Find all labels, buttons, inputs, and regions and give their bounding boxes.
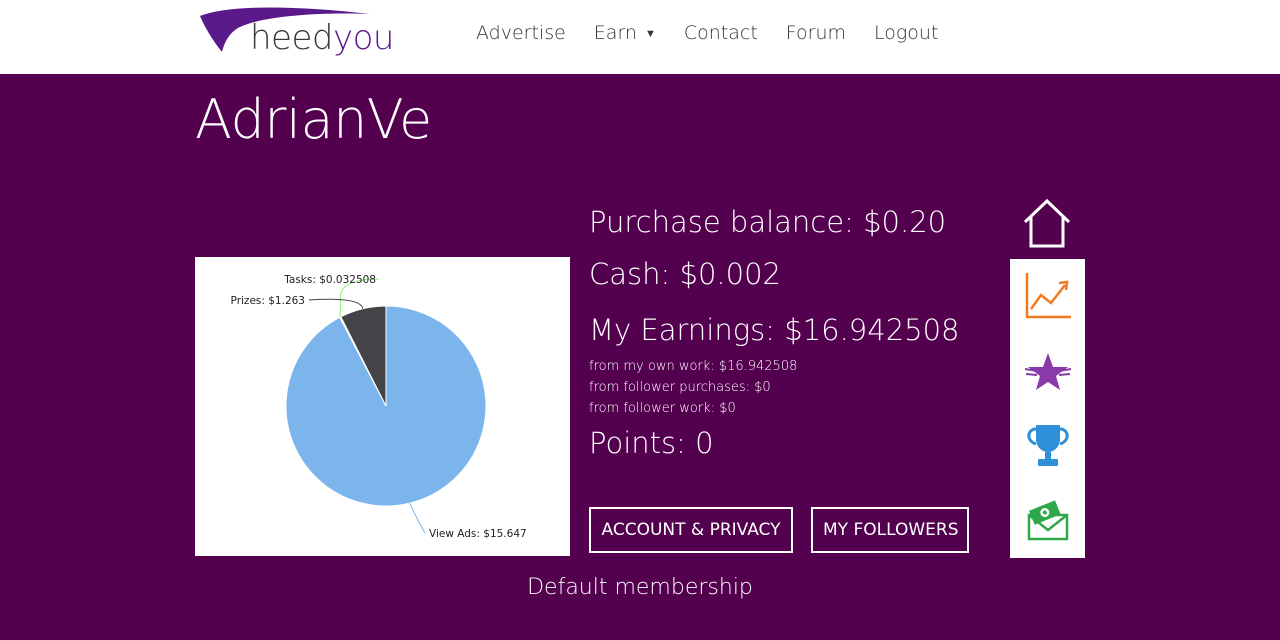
trophy-icon[interactable] xyxy=(1023,421,1073,471)
pie-chart-svg: View Ads: $15.647 Tasks: $0.032508 Prizes:… xyxy=(231,274,527,540)
my-earnings: My Earnings: $16.942508 xyxy=(589,313,960,347)
earnings-pie-chart: View Ads: $15.647 Tasks: $0.032508 Prizes:… xyxy=(195,257,570,556)
pie-connector-0 xyxy=(409,502,426,534)
home-icon[interactable] xyxy=(1021,198,1073,250)
earnings-own-work: from my own work: $16.942508 xyxy=(589,359,798,374)
winged-star-icon[interactable] xyxy=(1023,347,1073,397)
caret-down-icon: ▼ xyxy=(644,27,656,40)
pie-label-2: Prizes: $1.263 xyxy=(231,295,305,307)
my-followers-button[interactable]: MY FOLLOWERS xyxy=(811,507,969,553)
points: Points: 0 xyxy=(589,426,714,460)
nav-contact[interactable]: Contact xyxy=(684,22,758,44)
top-bar: heedyou Advertise Earn ▼ Contact Forum Lo… xyxy=(0,0,1280,74)
nav-logout[interactable]: Logout xyxy=(874,22,938,44)
pie-label-1: Tasks: $0.032508 xyxy=(283,274,376,286)
account-stats: Purchase balance: $0.20 Cash: $0.002 My … xyxy=(589,205,960,460)
side-nav-panel xyxy=(1010,259,1085,558)
page-title-username: AdrianVe xyxy=(195,88,432,151)
account-privacy-button[interactable]: ACCOUNT & PRIVACY xyxy=(589,507,793,553)
chart-trend-icon[interactable] xyxy=(1023,271,1073,321)
membership-level: Default membership xyxy=(527,575,753,600)
pie-connector-2 xyxy=(308,298,364,309)
earnings-follower-purchases: from follower purchases: $0 xyxy=(589,380,771,395)
nav-advertise[interactable]: Advertise xyxy=(476,22,566,44)
cash-balance: Cash: $0.002 xyxy=(589,257,781,291)
main-nav: Advertise Earn ▼ Contact Forum Logout xyxy=(476,22,966,44)
nav-forum[interactable]: Forum xyxy=(786,22,846,44)
purchase-balance: Purchase balance: $0.20 xyxy=(589,205,947,239)
pie-label-0: View Ads: $15.647 xyxy=(429,528,527,540)
nav-earn[interactable]: Earn ▼ xyxy=(594,22,656,44)
logo-text[interactable]: heedyou xyxy=(250,18,394,58)
earnings-follower-work: from follower work: $0 xyxy=(589,401,736,416)
money-envelope-icon[interactable] xyxy=(1023,497,1073,547)
